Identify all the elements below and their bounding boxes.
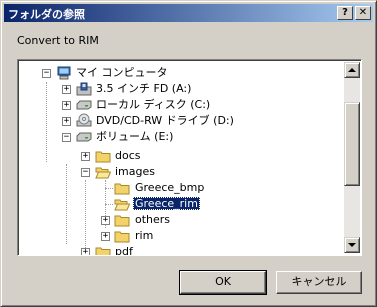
tree-item-label: マイ コンピュータ bbox=[76, 66, 168, 79]
title-bar[interactable]: フォルダの参照 ? ✕ bbox=[4, 4, 373, 22]
arrow-up-icon bbox=[348, 68, 356, 72]
expand-expander[interactable]: + bbox=[101, 216, 110, 225]
window-title: フォルダの参照 bbox=[8, 8, 85, 21]
scroll-up-button[interactable] bbox=[344, 62, 360, 78]
tree-item-images[interactable]: − images bbox=[18, 164, 338, 180]
floppy-drive-icon bbox=[76, 82, 92, 96]
tree-item-greece-bmp[interactable]: Greece_bmp bbox=[18, 180, 338, 196]
collapse-expander[interactable]: − bbox=[42, 69, 51, 78]
close-button[interactable]: ✕ bbox=[355, 6, 371, 20]
tree-item-label: Greece_bmp bbox=[135, 181, 205, 194]
tree-item-pdf[interactable]: + pdf bbox=[18, 244, 338, 256]
tree-item-floppy-drive[interactable]: + 3.5 インチ FD (A:) bbox=[18, 81, 338, 97]
open-folder-icon bbox=[95, 167, 111, 179]
expand-expander[interactable]: + bbox=[62, 101, 71, 110]
tree-item-my-computer[interactable]: − マイ コンピュータ bbox=[18, 65, 338, 81]
expand-expander[interactable]: + bbox=[81, 248, 90, 255]
computer-icon bbox=[57, 66, 71, 80]
tree-item-label: pdf bbox=[115, 245, 133, 256]
hard-drive-icon bbox=[76, 100, 92, 110]
tree-item-others[interactable]: + others bbox=[18, 212, 338, 228]
folder-tree[interactable]: − マイ コンピュータ + 3.5 インチ FD (A:) + ローカル ディス… bbox=[17, 59, 362, 256]
folder-icon bbox=[114, 231, 130, 243]
open-folder-icon bbox=[114, 199, 130, 211]
scroll-down-button[interactable] bbox=[344, 237, 360, 253]
collapse-expander[interactable]: − bbox=[81, 168, 90, 177]
tree-item-label: images bbox=[115, 165, 155, 178]
collapse-expander[interactable]: − bbox=[62, 133, 71, 142]
tree-item-label-selected: Greece_rim bbox=[133, 197, 200, 210]
browse-folder-dialog: フォルダの参照 ? ✕ Convert to RIM − マイ コンピュータ + bbox=[0, 0, 377, 307]
tree-item-label: others bbox=[135, 213, 171, 226]
tree-item-docs[interactable]: + docs bbox=[18, 148, 338, 164]
folder-icon bbox=[95, 247, 111, 255]
tree-item-dvd-drive[interactable]: + DVD/CD-RW ドライブ (D:) bbox=[18, 113, 338, 129]
tree-item-greece-rim[interactable]: Greece_rim bbox=[18, 196, 338, 212]
tree-item-label: DVD/CD-RW ドライブ (D:) bbox=[96, 114, 234, 127]
scroll-thumb[interactable] bbox=[344, 102, 360, 186]
expand-expander[interactable]: + bbox=[101, 232, 110, 241]
tree-item-label: ボリューム (E:) bbox=[96, 130, 174, 143]
arrow-down-icon bbox=[348, 243, 356, 247]
expand-expander[interactable]: + bbox=[62, 85, 71, 94]
tree-item-label: ローカル ディスク (C:) bbox=[96, 98, 211, 111]
folder-icon bbox=[114, 215, 130, 227]
expand-expander[interactable]: + bbox=[62, 117, 71, 126]
tree-line bbox=[105, 204, 113, 205]
cancel-button[interactable]: キャンセル bbox=[276, 271, 362, 294]
tree-item-label: rim bbox=[135, 229, 154, 242]
tree-item-volume-e[interactable]: − ボリューム (E:) bbox=[18, 129, 338, 145]
hard-drive-icon bbox=[76, 132, 92, 142]
dvd-drive-icon bbox=[76, 113, 92, 127]
tree-item-label: 3.5 インチ FD (A:) bbox=[96, 82, 192, 95]
expand-expander[interactable]: + bbox=[81, 152, 90, 161]
tree-item-local-disk-c[interactable]: + ローカル ディスク (C:) bbox=[18, 97, 338, 113]
folder-icon bbox=[95, 151, 111, 163]
tree-line bbox=[105, 188, 113, 189]
tree-item-label: docs bbox=[115, 149, 141, 162]
folder-icon bbox=[114, 183, 130, 195]
tree-item-rim[interactable]: + rim bbox=[18, 228, 338, 244]
help-button[interactable]: ? bbox=[337, 6, 353, 20]
ok-button[interactable]: OK bbox=[179, 270, 267, 295]
vertical-scrollbar[interactable] bbox=[344, 62, 360, 253]
dialog-description: Convert to RIM bbox=[17, 34, 99, 47]
